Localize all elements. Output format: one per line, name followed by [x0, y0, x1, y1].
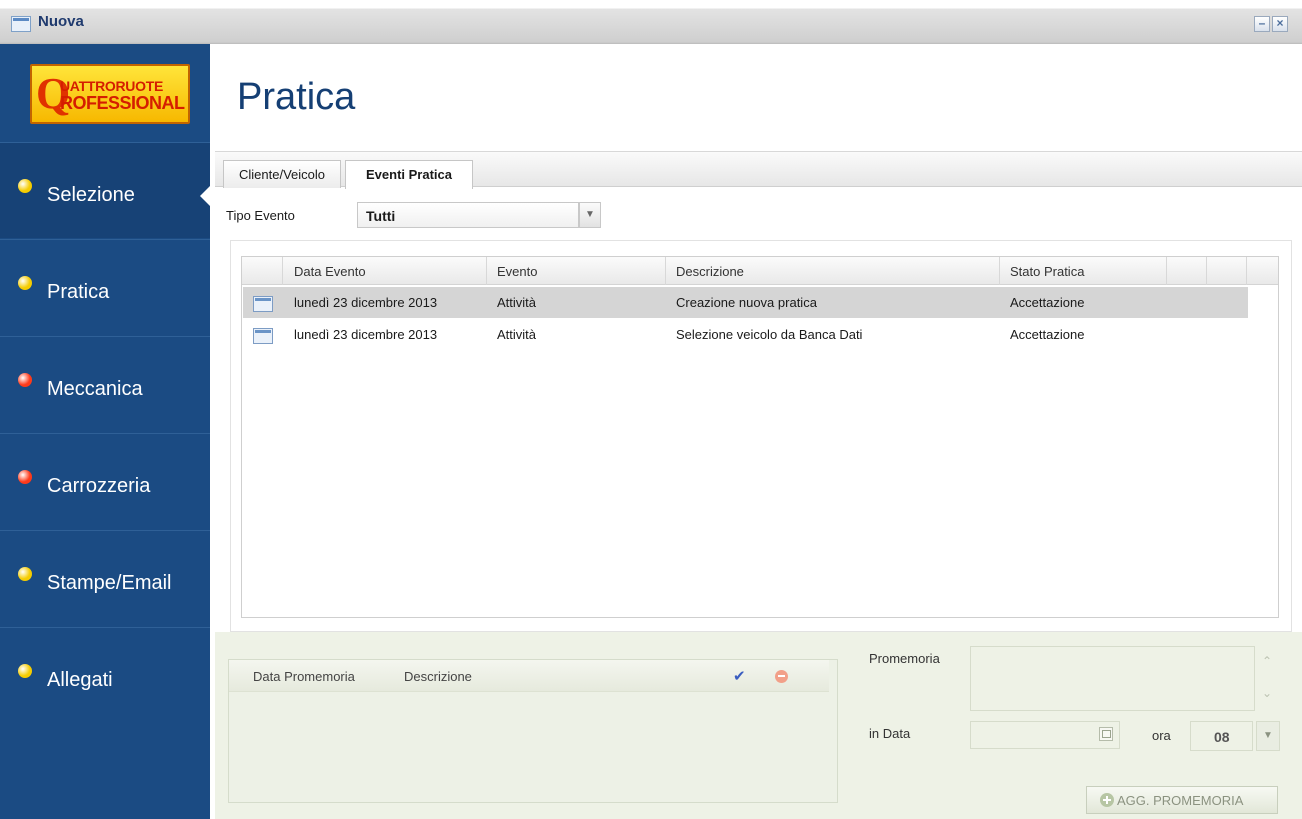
column-header-descrizione[interactable]: Descrizione	[676, 264, 744, 279]
status-dot-icon	[18, 664, 32, 678]
chevron-down-icon[interactable]: ▼	[579, 202, 601, 228]
check-icon[interactable]: ✔	[733, 667, 746, 685]
cell-stato-pratica: Accettazione	[1010, 295, 1085, 310]
plus-icon	[1100, 793, 1114, 807]
reminder-table-header: Data Promemoria Descrizione ✔	[229, 660, 829, 692]
window-icon	[11, 16, 31, 32]
events-table-header: Data Evento Evento Descrizione Stato Pra…	[242, 257, 1278, 285]
promemoria-label: Promemoria	[869, 651, 940, 666]
tab-eventi-pratica[interactable]: Eventi Pratica	[345, 160, 473, 189]
sidebar-item-pratica[interactable]: Pratica	[0, 239, 210, 335]
page-title: Pratica	[237, 76, 356, 118]
column-header-data-evento[interactable]: Data Evento	[294, 264, 366, 279]
cell-data-evento: lunedì 23 dicembre 2013	[294, 295, 438, 310]
scroll-down-icon[interactable]: ⌄	[1262, 687, 1276, 699]
window-title: Nuova	[38, 13, 84, 30]
status-dot-icon	[18, 470, 32, 484]
hour-value: 08	[1214, 729, 1230, 745]
chevron-down-icon[interactable]: ▼	[1256, 721, 1280, 751]
events-table: Data Evento Evento Descrizione Stato Pra…	[241, 256, 1279, 618]
cell-stato-pratica: Accettazione	[1010, 327, 1085, 342]
cell-data-evento: lunedì 23 dicembre 2013	[294, 327, 438, 342]
table-row[interactable]: lunedì 23 dicembre 2013 Attività Selezio…	[243, 319, 1248, 350]
status-dot-icon	[18, 567, 32, 581]
column-header-descrizione[interactable]: Descrizione	[404, 669, 472, 684]
logo-line2: ROFESSIONAL	[60, 93, 185, 113]
tipo-evento-select[interactable]: Tutti	[357, 202, 579, 228]
document-icon	[253, 296, 273, 312]
sidebar-item-selezione[interactable]: Selezione	[0, 142, 210, 238]
sidebar-item-carrozzeria[interactable]: Carrozzeria	[0, 433, 210, 529]
tab-strip: Cliente/Veicolo Eventi Pratica	[215, 151, 1302, 189]
add-reminder-label: AGG. PROMEMORIA	[1117, 793, 1244, 808]
reminder-table: Data Promemoria Descrizione ✔	[228, 659, 838, 803]
cell-descrizione: Creazione nuova pratica	[676, 295, 817, 310]
scroll-up-icon[interactable]: ⌃	[1262, 655, 1276, 667]
quattroruote-professional-logo: Q UATTRORUOTE ROFESSIONAL	[30, 64, 190, 124]
logo-line1: UATTRORUOTE	[60, 78, 163, 94]
promemoria-textarea[interactable]	[970, 646, 1255, 711]
table-row[interactable]: lunedì 23 dicembre 2013 Attività Creazio…	[243, 287, 1248, 318]
document-icon	[253, 328, 273, 344]
sidebar: Q UATTRORUOTE ROFESSIONAL Selezione Prat…	[0, 44, 210, 819]
sidebar-item-label: Pratica	[47, 281, 110, 303]
sidebar-item-label: Meccanica	[47, 378, 143, 400]
sidebar-item-allegati[interactable]: Allegati	[0, 627, 210, 723]
column-header-data-promemoria[interactable]: Data Promemoria	[253, 669, 355, 684]
sidebar-item-label: Selezione	[47, 184, 135, 206]
close-icon[interactable]: ×	[1272, 16, 1288, 32]
ora-label: ora	[1152, 728, 1171, 743]
status-dot-icon	[18, 179, 32, 193]
cell-descrizione: Selezione veicolo da Banca Dati	[676, 327, 863, 342]
column-header-evento[interactable]: Evento	[497, 264, 537, 279]
cell-evento: Attività	[497, 327, 537, 342]
window-title-bar: Nuova – ×	[0, 0, 1302, 44]
sidebar-item-label: Carrozzeria	[47, 475, 151, 497]
column-header-stato-pratica[interactable]: Stato Pratica	[1010, 264, 1084, 279]
minimize-icon[interactable]: –	[1254, 16, 1270, 32]
tab-cliente-veicolo[interactable]: Cliente/Veicolo	[223, 160, 341, 188]
in-data-label: in Data	[869, 726, 911, 741]
date-field[interactable]	[970, 721, 1120, 749]
tipo-evento-value: Tutti	[366, 208, 396, 224]
calendar-icon[interactable]	[1099, 727, 1113, 741]
active-item-pointer	[200, 186, 210, 206]
cell-evento: Attività	[497, 295, 537, 310]
remove-icon[interactable]	[775, 670, 788, 683]
sidebar-item-label: Stampe/Email	[47, 572, 172, 594]
status-dot-icon	[18, 276, 32, 290]
tipo-evento-label: Tipo Evento	[226, 208, 295, 223]
sidebar-item-meccanica[interactable]: Meccanica	[0, 336, 210, 432]
sidebar-item-stampe-email[interactable]: Stampe/Email	[0, 530, 210, 626]
hour-select[interactable]: 08	[1190, 721, 1253, 751]
add-reminder-button[interactable]: AGG. PROMEMORIA	[1086, 786, 1278, 814]
sidebar-item-label: Allegati	[47, 669, 113, 691]
status-dot-icon	[18, 373, 32, 387]
